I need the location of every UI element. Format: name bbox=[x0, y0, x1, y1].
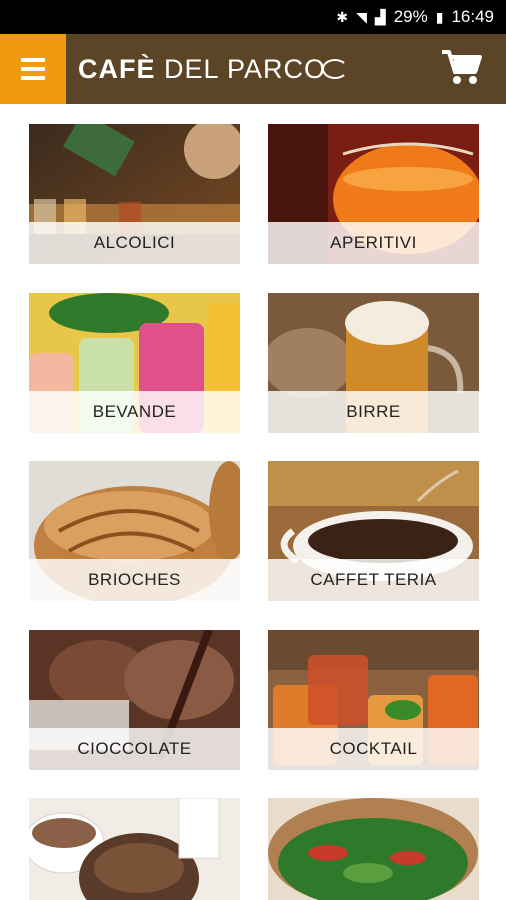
category-tile-brioches[interactable]: BRIOCHES bbox=[29, 461, 240, 601]
hamburger-line bbox=[21, 76, 45, 80]
category-tile-insalate[interactable] bbox=[268, 798, 479, 900]
category-tile-aperitivi[interactable]: APERITIVI bbox=[268, 124, 479, 264]
dessert-image bbox=[29, 798, 240, 900]
category-tile-cocktail[interactable]: COCKTAIL bbox=[268, 630, 479, 770]
tile-label: CIOCCOLATE bbox=[29, 728, 240, 770]
bluetooth-icon: ✱ bbox=[336, 8, 349, 25]
tile-label: COCKTAIL bbox=[268, 728, 479, 770]
tile-label: BEVANDE bbox=[29, 391, 240, 433]
logo-swoosh bbox=[322, 58, 349, 79]
cart-button[interactable] bbox=[440, 48, 484, 88]
category-tile-alcolici[interactable]: ALCOLICI bbox=[29, 124, 240, 264]
logo-text: DEL PARCO bbox=[164, 54, 327, 84]
logo-bold-text: CAFÈ bbox=[78, 54, 156, 84]
category-tile-birre[interactable]: BIRRE bbox=[268, 293, 479, 433]
category-tile-caffetteria[interactable]: CAFFET TERIA bbox=[268, 461, 479, 601]
hamburger-line bbox=[21, 67, 45, 71]
tile-label: CAFFET TERIA bbox=[268, 559, 479, 601]
hamburger-menu-icon bbox=[21, 58, 45, 62]
battery-percent: 29% bbox=[393, 7, 428, 26]
tile-label: APERITIVI bbox=[268, 222, 479, 264]
tile-label: ALCOLICI bbox=[29, 222, 240, 264]
signal-icon: ▟ bbox=[374, 8, 386, 25]
clock: 16:49 bbox=[451, 7, 494, 26]
battery-icon: ▮ bbox=[435, 8, 444, 25]
salad-image bbox=[268, 798, 479, 900]
tile-label: BIRRE bbox=[268, 391, 479, 433]
category-tile-bevande[interactable]: BEVANDE bbox=[29, 293, 240, 433]
category-grid: ALCOLICI APERITIVI BEVANDE BIRRE BRIOCHE… bbox=[0, 104, 506, 900]
wifi-icon: ◥ bbox=[356, 8, 367, 25]
menu-button[interactable] bbox=[0, 34, 66, 104]
status-bar: ✱ ◥ ▟ 29% ▮ 16:49 bbox=[0, 0, 506, 34]
shopping-cart-icon bbox=[442, 50, 482, 84]
app-logo: CAFÈ DEL PARCO bbox=[78, 54, 349, 85]
category-tile-cioccolate[interactable]: CIOCCOLATE bbox=[29, 630, 240, 770]
tile-label: BRIOCHES bbox=[29, 559, 240, 601]
app-bar: CAFÈ DEL PARCO bbox=[0, 34, 506, 104]
category-tile-gelati[interactable] bbox=[29, 798, 240, 900]
